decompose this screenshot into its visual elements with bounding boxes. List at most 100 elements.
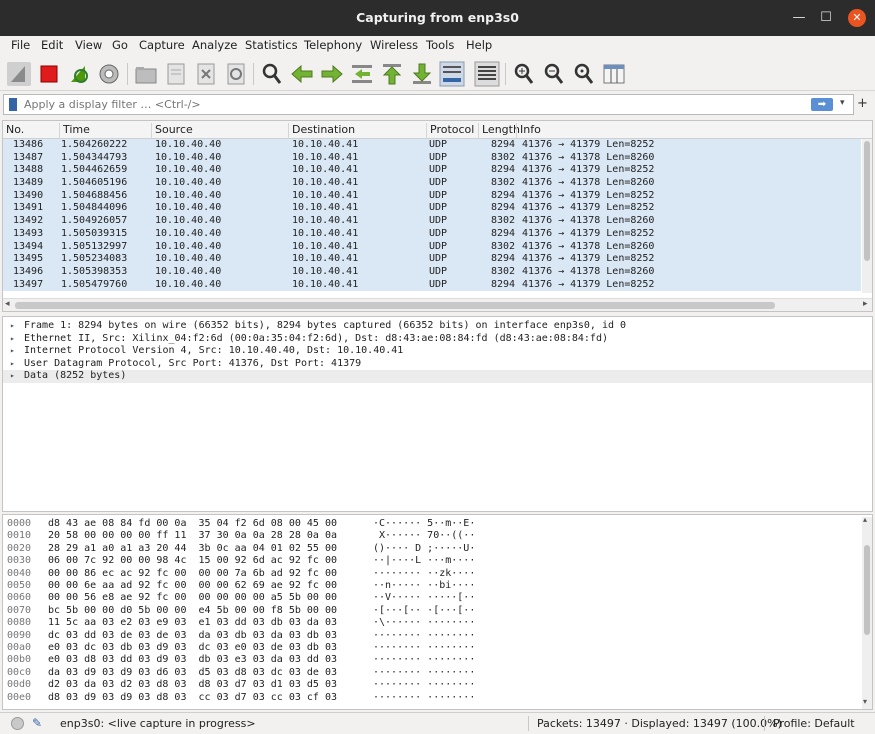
open-file-icon[interactable] bbox=[133, 61, 159, 87]
packet-protocol: UDP bbox=[429, 227, 448, 239]
hex-bytes: bc 5b 00 00 d0 5b 00 00 e4 5b 00 00 f8 5… bbox=[48, 604, 337, 616]
zoom-normal-icon[interactable] bbox=[571, 61, 597, 87]
apply-filter-arrow-icon[interactable]: ➡ bbox=[811, 98, 833, 111]
shark-fin-start-icon[interactable] bbox=[6, 61, 32, 87]
hex-bytes: 20 58 00 00 00 00 ff 11 37 30 0a 0a 28 2… bbox=[48, 530, 337, 542]
packet-destination: 10.10.40.41 bbox=[292, 177, 359, 189]
bookmark-icon[interactable] bbox=[9, 98, 17, 111]
packet-list-vertical-scrollbar[interactable] bbox=[862, 139, 872, 293]
find-packet-icon[interactable] bbox=[259, 61, 285, 87]
column-time[interactable]: Time bbox=[59, 123, 90, 139]
column-no[interactable]: No. bbox=[3, 123, 24, 139]
packet-list-horizontal-scrollbar[interactable]: ◂ ▸ bbox=[3, 298, 872, 311]
hex-bytes: dc 03 dd 03 de 03 de 03 da 03 db 03 da 0… bbox=[48, 629, 337, 641]
detail-row-data[interactable]: ▸ Data (8252 bytes) bbox=[3, 370, 872, 383]
packet-info: 41376 → 41379 Len=8252 bbox=[522, 278, 655, 290]
chevron-down-icon[interactable]: ▾ bbox=[840, 98, 845, 108]
detail-row-ipv4[interactable]: ▸ Internet Protocol Version 4, Src: 10.10… bbox=[3, 345, 872, 358]
packet-protocol: UDP bbox=[429, 151, 448, 163]
scroll-right-icon[interactable]: ▸ bbox=[863, 299, 868, 309]
capture-status: enp3s0: <live capture in progress> bbox=[60, 717, 256, 730]
hex-offset: 00a0 bbox=[7, 642, 32, 653]
resize-columns-icon[interactable] bbox=[601, 61, 627, 87]
menu-statistics[interactable]: Statistics bbox=[245, 38, 298, 52]
packet-length: 8294 bbox=[491, 139, 516, 150]
scroll-left-icon[interactable]: ◂ bbox=[5, 299, 10, 309]
column-source[interactable]: Source bbox=[151, 123, 193, 139]
menu-help[interactable]: Help bbox=[466, 38, 492, 52]
last-packet-icon[interactable] bbox=[409, 61, 435, 87]
reload-file-icon[interactable] bbox=[223, 61, 249, 87]
go-to-packet-icon[interactable] bbox=[349, 61, 375, 87]
capture-comment-icon[interactable]: ✎ bbox=[32, 716, 42, 730]
packet-time: 1.504344793 bbox=[61, 151, 128, 163]
detail-row-ethernet[interactable]: ▸ Ethernet II, Src: Xilinx_04:f2:6d (00:0… bbox=[3, 333, 872, 346]
menu-view[interactable]: View bbox=[75, 38, 102, 52]
go-back-icon[interactable] bbox=[289, 61, 315, 87]
packet-no: 13490 bbox=[13, 189, 44, 201]
expand-arrow-icon[interactable]: ▸ bbox=[10, 333, 15, 346]
expand-arrow-icon[interactable]: ▸ bbox=[10, 370, 15, 383]
packet-info: 41376 → 41379 Len=8252 bbox=[522, 189, 655, 201]
menu-go[interactable]: Go bbox=[112, 38, 128, 52]
display-filter-input[interactable] bbox=[24, 96, 794, 113]
restart-capture-icon[interactable] bbox=[66, 61, 92, 87]
expand-arrow-icon[interactable]: ▸ bbox=[10, 320, 15, 333]
hex-ascii: ········ ········ bbox=[373, 654, 476, 666]
zoom-out-icon[interactable] bbox=[541, 61, 567, 87]
profile-status[interactable]: Profile: Default bbox=[773, 717, 855, 730]
column-destination[interactable]: Destination bbox=[288, 123, 355, 139]
table-row[interactable]: 13489 1.504605196 10.10.40.40 10.10.40.41 UD… bbox=[3, 177, 861, 190]
expand-arrow-icon[interactable]: ▸ bbox=[10, 358, 15, 371]
scroll-up-icon[interactable]: ▴ bbox=[863, 515, 867, 524]
scroll-down-icon[interactable]: ▾ bbox=[863, 697, 867, 706]
autoscroll-icon[interactable] bbox=[439, 61, 465, 87]
column-info[interactable]: Info bbox=[516, 123, 541, 139]
maximize-icon[interactable]: ☐ bbox=[817, 9, 835, 27]
hex-bytes: da 03 d9 03 d9 03 d6 03 d5 03 d8 03 dc 0… bbox=[48, 666, 337, 678]
table-row[interactable]: 13490 1.504688456 10.10.40.40 10.10.40.41 UD… bbox=[3, 189, 861, 203]
menu-capture[interactable]: Capture bbox=[139, 38, 185, 52]
save-file-icon[interactable] bbox=[163, 61, 189, 87]
table-row[interactable]: 13497 1.505479760 10.10.40.40 10.10.40.41 UD… bbox=[3, 278, 861, 292]
menu-edit[interactable]: Edit bbox=[41, 38, 63, 52]
bytes-vertical-scrollbar[interactable]: ▴ ▾ bbox=[862, 515, 872, 709]
hex-ascii: ·[···[·· ·[···[·· bbox=[373, 604, 476, 616]
go-forward-icon[interactable] bbox=[319, 61, 345, 87]
column-length[interactable]: Length bbox=[478, 123, 520, 139]
menu-wireless[interactable]: Wireless bbox=[370, 38, 418, 52]
hex-offset: 00c0 bbox=[7, 666, 32, 678]
detail-row-udp[interactable]: ▸ User Datagram Protocol, Src Port: 41376… bbox=[3, 358, 872, 371]
table-row[interactable]: 13488 1.504462659 10.10.40.40 10.10.40.41 UD… bbox=[3, 164, 861, 178]
close-icon[interactable]: ✕ bbox=[848, 9, 866, 27]
table-row[interactable]: 13494 1.505132997 10.10.40.40 10.10.40.41 UD… bbox=[3, 240, 861, 254]
packet-count: Packets: 13497 · Displayed: 13497 (100.0… bbox=[537, 717, 782, 730]
expert-info-icon[interactable] bbox=[11, 717, 24, 730]
packet-no: 13492 bbox=[13, 215, 44, 227]
menu-file[interactable]: File bbox=[11, 38, 30, 52]
expand-arrow-icon[interactable]: ▸ bbox=[10, 345, 15, 358]
column-protocol[interactable]: Protocol bbox=[426, 123, 474, 139]
table-row[interactable]: 13493 1.505039315 10.10.40.40 10.10.40.41 UD… bbox=[3, 227, 861, 241]
colorize-icon[interactable] bbox=[474, 61, 500, 87]
table-row[interactable]: 13487 1.504344793 10.10.40.40 10.10.40.41 UD… bbox=[3, 151, 861, 165]
packet-info: 41376 → 41379 Len=8252 bbox=[522, 164, 655, 176]
table-row[interactable]: 13491 1.504844096 10.10.40.40 10.10.40.41 UD… bbox=[3, 202, 861, 216]
table-row[interactable]: 13495 1.505234083 10.10.40.40 10.10.40.41 UD… bbox=[3, 253, 861, 266]
table-row[interactable]: 13496 1.505398353 10.10.40.40 10.10.40.41 UD… bbox=[3, 265, 861, 279]
add-filter-button[interactable]: + bbox=[857, 96, 868, 111]
close-file-icon[interactable] bbox=[193, 61, 219, 87]
menu-telephony[interactable]: Telephony bbox=[304, 38, 362, 52]
menu-analyze[interactable]: Analyze bbox=[192, 38, 237, 52]
stop-capture-icon[interactable] bbox=[36, 61, 62, 87]
table-row[interactable]: 13492 1.504926057 10.10.40.40 10.10.40.41 UD… bbox=[3, 215, 861, 228]
detail-row-frame[interactable]: ▸ Frame 1: 8294 bytes on wire (66352 bits… bbox=[3, 320, 872, 333]
minimize-icon[interactable]: — bbox=[790, 9, 808, 27]
menu-tools[interactable]: Tools bbox=[426, 38, 454, 52]
table-row[interactable]: 13486 1.504260222 10.10.40.40 10.10.40.41 UD… bbox=[3, 139, 861, 152]
zoom-in-icon[interactable] bbox=[511, 61, 537, 87]
capture-options-icon[interactable] bbox=[96, 61, 122, 87]
first-packet-icon[interactable] bbox=[379, 61, 405, 87]
packet-list-header: No. Time Source Destination Protocol Len… bbox=[3, 121, 872, 139]
packet-source: 10.10.40.40 bbox=[155, 139, 222, 150]
